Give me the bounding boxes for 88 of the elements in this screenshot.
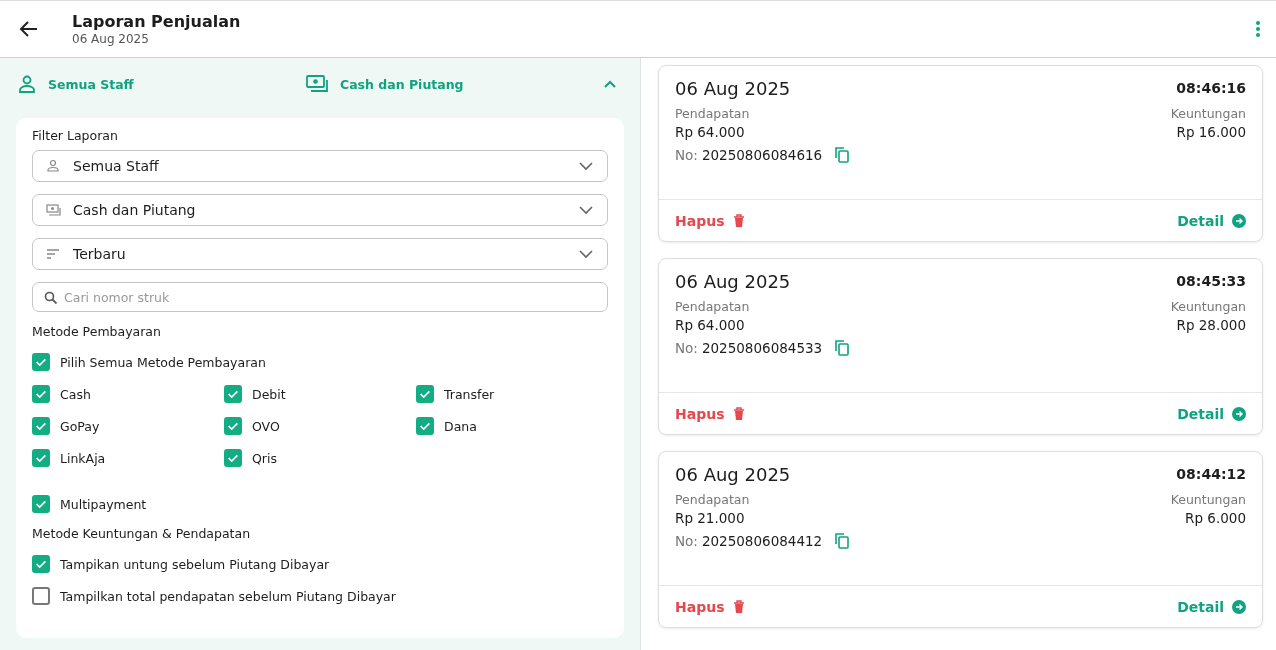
dropdown[interactable]: Semua Staff <box>32 150 608 182</box>
revenue-amount: Rp 64.000 <box>675 124 746 140</box>
checkbox[interactable] <box>416 417 434 435</box>
chevron-down-icon <box>579 249 593 259</box>
number-label: No: <box>675 147 698 163</box>
checkbox-label: Cash <box>60 386 91 402</box>
revenue-label: Pendapatan <box>675 299 751 314</box>
arrow-right-icon <box>1232 599 1246 614</box>
checkbox-label: OVO <box>252 418 280 434</box>
arrow-right-icon <box>1232 213 1246 228</box>
checkbox-label: Debit <box>252 386 286 402</box>
copy-icon <box>835 533 850 549</box>
chevron-down-icon <box>579 205 593 215</box>
revenue-amount: Rp 21.000 <box>675 510 746 526</box>
receipt-number: 20250806084533 <box>701 340 823 356</box>
checkbox-label: Dana <box>444 418 477 434</box>
checkbox[interactable] <box>32 417 50 435</box>
checkbox-label: Tampilkan total pendapatan sebelum Piutang Dibayar <box>60 588 396 604</box>
number-label: No: <box>675 340 698 356</box>
checkbox-label: GoPay <box>60 418 100 434</box>
profit-label: Keuntungan <box>1170 299 1246 314</box>
staff-summary: Semua Staff <box>48 76 134 92</box>
checkbox-label: Tampikan untung sebelum Piutang Dibayar <box>60 556 330 572</box>
payment-summary: Cash dan Piutang <box>340 76 464 92</box>
transaction-time: 08:45:33 <box>1176 272 1246 291</box>
profit-amount: Rp 16.000 <box>1176 124 1246 140</box>
dropdown[interactable]: Terbaru <box>32 238 608 270</box>
copy-icon <box>835 340 850 356</box>
trash-icon <box>732 406 745 421</box>
trash-icon <box>732 599 745 614</box>
checkbox[interactable] <box>32 385 50 403</box>
checkbox-label: Transfer <box>444 386 495 402</box>
page-date: 06 Aug 2025 <box>72 32 150 46</box>
checkbox[interactable] <box>224 449 242 467</box>
search-icon <box>44 291 57 304</box>
copy-button[interactable] <box>834 146 851 164</box>
section-heading: Filter Laporan <box>32 128 119 143</box>
trash-icon <box>732 213 745 228</box>
revenue-label: Pendapatan <box>675 106 751 121</box>
receipt-number: 20250806084616 <box>701 147 823 163</box>
checkbox[interactable] <box>32 353 50 371</box>
checkbox[interactable] <box>32 555 50 573</box>
person-icon <box>46 159 61 173</box>
section-heading: Metode Keuntungan & Pendapatan <box>32 526 252 541</box>
dropdown[interactable]: Cash dan Piutang <box>32 194 608 226</box>
checkbox[interactable] <box>416 385 434 403</box>
more-options-button[interactable] <box>1254 19 1262 39</box>
chevron-up-icon <box>603 78 617 90</box>
arrow-right-icon <box>1232 406 1246 421</box>
transaction-date: 06 Aug 2025 <box>675 78 792 101</box>
profit-label: Keuntungan <box>1170 106 1246 121</box>
search-field[interactable]: Cari nomor struk <box>32 282 608 312</box>
checkbox[interactable] <box>224 417 242 435</box>
profit-amount: Rp 6.000 <box>1185 510 1246 526</box>
checkbox[interactable] <box>32 449 50 467</box>
chevron-down-icon <box>579 161 593 171</box>
transaction-date: 06 Aug 2025 <box>675 271 792 294</box>
money-icon <box>46 203 61 217</box>
person-icon <box>18 75 36 93</box>
checkbox-label: Pilih Semua Metode Pembayaran <box>60 354 266 370</box>
delete-button[interactable]: Hapus <box>675 405 745 422</box>
checkbox[interactable] <box>32 587 50 605</box>
profit-amount: Rp 28.000 <box>1176 317 1246 333</box>
checkbox-label: Qris <box>252 450 277 466</box>
checkbox-label: LinkAja <box>60 450 106 466</box>
copy-button[interactable] <box>834 339 851 357</box>
detail-button[interactable]: Detail <box>1177 212 1246 229</box>
copy-icon <box>835 147 850 163</box>
receipt-number: 20250806084412 <box>701 533 823 549</box>
transaction-date: 06 Aug 2025 <box>675 464 792 487</box>
detail-button[interactable]: Detail <box>1177 405 1246 422</box>
delete-button[interactable]: Hapus <box>675 598 745 615</box>
transaction-time: 08:46:16 <box>1176 79 1246 98</box>
copy-button[interactable] <box>834 532 851 550</box>
revenue-amount: Rp 64.000 <box>675 317 746 333</box>
detail-button[interactable]: Detail <box>1177 598 1246 615</box>
sort-icon <box>46 247 61 261</box>
delete-button[interactable]: Hapus <box>675 212 745 229</box>
checkbox[interactable] <box>224 385 242 403</box>
checkbox[interactable] <box>32 495 50 513</box>
number-label: No: <box>675 533 698 549</box>
money-icon <box>306 75 328 93</box>
profit-label: Keuntungan <box>1170 492 1246 507</box>
section-heading: Metode Pembayaran <box>32 324 162 339</box>
page-title: Laporan Penjualan <box>72 12 242 31</box>
revenue-label: Pendapatan <box>675 492 751 507</box>
checkbox-label: Multipayment <box>60 496 147 512</box>
transaction-time: 08:44:12 <box>1176 465 1246 484</box>
